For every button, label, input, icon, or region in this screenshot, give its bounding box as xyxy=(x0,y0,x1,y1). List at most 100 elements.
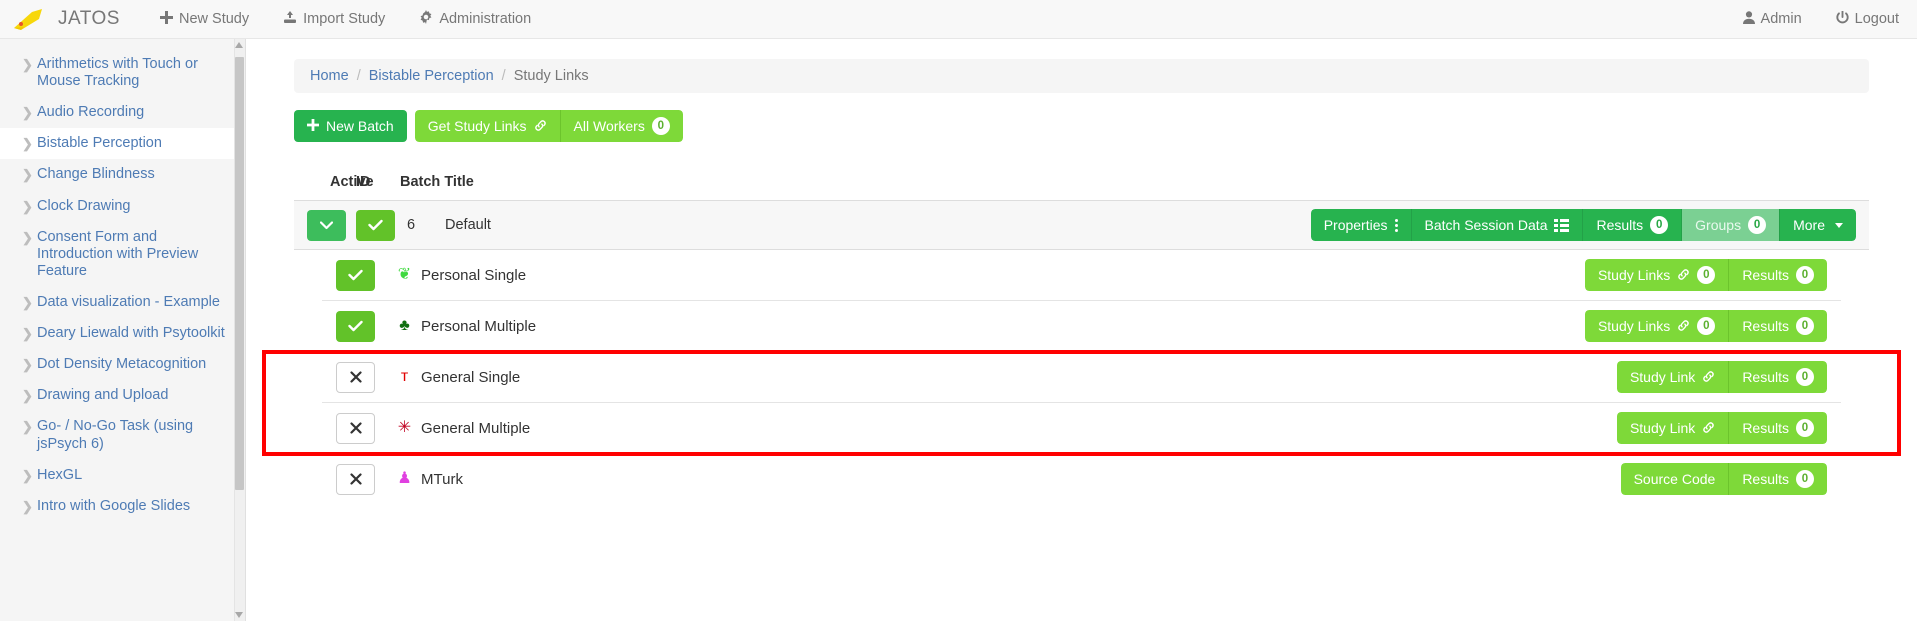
worker-general-single-results-button[interactable]: Results 0 xyxy=(1729,361,1827,393)
worker-name-label: Personal Single xyxy=(421,266,527,284)
plus-icon xyxy=(159,10,173,28)
worker-name-wrap: ❦ Personal Single xyxy=(397,267,526,284)
get-study-links-button[interactable]: Get Study Links xyxy=(414,110,561,142)
batch-expand-toggle[interactable] xyxy=(307,209,346,241)
sidebar-item-consent-form-and-introduction-with-preview-feature[interactable]: ❯ Consent Form and Introduction with Prev… xyxy=(0,222,245,287)
sidebar-item-go-no-go-task-using-jspsych-6[interactable]: ❯ Go- / No-Go Task (using jsPsych 6) xyxy=(0,411,245,459)
batch-results-count-badge: 0 xyxy=(1650,216,1669,234)
chevron-right-icon: ❯ xyxy=(22,388,33,404)
sidebar-item-arithmetics-with-touch-or-mouse-tracking[interactable]: ❯ Arithmetics with Touch or Mouse Trackin… xyxy=(0,49,245,97)
grid-icon xyxy=(1554,218,1570,232)
worker-personal-single-results-button[interactable]: Results 0 xyxy=(1729,259,1827,291)
brand[interactable]: JATOS xyxy=(10,6,120,32)
count-badge: 0 xyxy=(1796,368,1814,386)
all-workers-count-badge: 0 xyxy=(651,117,670,135)
worker-personal-multiple-study-links-button[interactable]: Study Links 0 xyxy=(1584,310,1730,342)
link-icon xyxy=(1677,319,1690,334)
worker-personal-multiple-results-button[interactable]: Results 0 xyxy=(1729,310,1827,342)
cocktail-glass-icon: ᴛ xyxy=(400,368,409,385)
batch-groups-label: Groups xyxy=(1695,217,1742,233)
chevron-right-icon: ❯ xyxy=(22,105,33,121)
all-workers-button[interactable]: All Workers 0 xyxy=(560,110,683,142)
sidebar-item-label: Data visualization - Example xyxy=(37,293,220,310)
sidebar-item-label: Deary Liewald with Psytoolkit xyxy=(37,325,225,342)
chevron-right-icon: ❯ xyxy=(22,419,33,435)
worker-action-group: Study Links 0 Results 0 xyxy=(1584,259,1827,291)
nav-item-admin[interactable]: Admin xyxy=(1742,11,1802,28)
worker-toggle-mturk[interactable] xyxy=(336,463,375,495)
sidebar-item-change-blindness[interactable]: ❯ Change Blindness xyxy=(0,159,245,190)
worker-action-group: Study Links 0 Results 0 xyxy=(1584,310,1827,342)
worker-name-wrap: ♣ Personal Multiple xyxy=(397,318,536,335)
worker-general-multiple-results-button[interactable]: Results 0 xyxy=(1729,412,1827,444)
worker-general-single-study-link-button[interactable]: Study Link xyxy=(1616,361,1730,393)
worker-actions: Study Link Results 0 xyxy=(1616,361,1827,393)
sidebar-item-label: Intro with Google Slides xyxy=(37,497,191,514)
count-badge: 0 xyxy=(1796,470,1814,488)
sidebar-scrollbar-thumb[interactable] xyxy=(235,57,244,490)
batch-properties-button[interactable]: Properties xyxy=(1310,209,1412,241)
new-batch-button[interactable]: New Batch xyxy=(294,110,407,142)
nav-item-logout[interactable]: Logout xyxy=(1836,9,1899,28)
nav-item-admin-label: Admin xyxy=(1760,11,1802,27)
scroll-down-arrow-icon[interactable] xyxy=(235,612,243,618)
sidebar-item-clock-drawing[interactable]: ❯ Clock Drawing xyxy=(0,191,245,222)
column-header-batch-title: Batch Title xyxy=(400,174,474,190)
worker-toggle-personal-single[interactable] xyxy=(336,259,375,291)
sidebar-item-data-visualization-example[interactable]: ❯ Data visualization - Example xyxy=(0,287,245,318)
worker-toggle-general-single[interactable] xyxy=(336,361,375,393)
count-badge: 0 xyxy=(1796,419,1814,437)
batch-active-toggle[interactable] xyxy=(356,209,395,241)
worker-actions: Study Links 0 Results 0 xyxy=(1584,259,1827,291)
worker-personal-single-study-links-button[interactable]: Study Links 0 xyxy=(1584,259,1730,291)
scroll-up-arrow-icon[interactable] xyxy=(235,42,243,48)
sidebar-item-dot-density-metacognition[interactable]: ❯ Dot Density Metacognition xyxy=(0,349,245,380)
sidebar-item-intro-with-google-slides[interactable]: ❯ Intro with Google Slides xyxy=(0,491,245,522)
jatos-rocket-logo-icon xyxy=(10,6,48,32)
breadcrumb-separator: / xyxy=(356,68,361,84)
button-label: Results xyxy=(1742,420,1789,436)
breadcrumb-home[interactable]: Home xyxy=(310,68,349,84)
button-label: Study Link xyxy=(1629,369,1696,385)
batch-table-header: Active ID Batch Title xyxy=(294,174,1869,200)
chevron-right-icon: ❯ xyxy=(22,467,33,483)
sidebar-item-audio-recording[interactable]: ❯ Audio Recording xyxy=(0,97,245,128)
sidebar-item-hexgl[interactable]: ❯ HexGL xyxy=(0,460,245,491)
sidebar-item-label: Consent Form and Introduction with Previ… xyxy=(37,228,199,279)
nav-item-import-study[interactable]: Import Study xyxy=(283,10,385,28)
chevron-right-icon: ❯ xyxy=(22,357,33,373)
sidebar-scrollbar[interactable] xyxy=(234,39,245,621)
worker-general-multiple-study-link-button[interactable]: Study Link xyxy=(1616,412,1730,444)
batch-more-button[interactable]: More xyxy=(1780,209,1856,241)
nav-item-logout-label: Logout xyxy=(1854,11,1899,27)
batch-more-label: More xyxy=(1793,217,1825,233)
sidebar-item-drawing-and-upload[interactable]: ❯ Drawing and Upload xyxy=(0,380,245,411)
sidebar-item-label: Bistable Perception xyxy=(37,135,162,152)
batch-session-data-button[interactable]: Batch Session Data xyxy=(1411,209,1584,241)
worker-name-wrap: ♟ MTurk xyxy=(397,471,463,488)
breadcrumb-study[interactable]: Bistable Perception xyxy=(369,68,494,84)
worker-toggle-general-multiple[interactable] xyxy=(336,412,375,444)
batch-groups-button[interactable]: Groups 0 xyxy=(1682,209,1781,241)
worker-mturk-source-code-button[interactable]: Source Code xyxy=(1620,463,1730,495)
nav-item-new-study[interactable]: New Study xyxy=(159,10,249,28)
worker-actions: Source Code Results 0 xyxy=(1620,463,1827,495)
batch-session-data-label: Batch Session Data xyxy=(1424,217,1548,233)
button-label: Study Links xyxy=(1597,318,1671,334)
nav-item-administration[interactable]: Administration xyxy=(419,10,531,28)
sidebar-item-bistable-perception[interactable]: ❯ Bistable Perception xyxy=(0,128,245,160)
main-content: Home / Bistable Perception / Study Links… xyxy=(246,39,1917,621)
worker-mturk-results-button[interactable]: Results 0 xyxy=(1729,463,1827,495)
batch-results-button[interactable]: Results 0 xyxy=(1583,209,1683,241)
study-links-toolbar: New Batch Get Study Links All Workers 0 xyxy=(294,110,1869,142)
worker-actions: Study Links 0 Results 0 xyxy=(1584,310,1827,342)
link-icon xyxy=(1702,370,1715,385)
worker-toggle-personal-multiple[interactable] xyxy=(336,310,375,342)
power-icon xyxy=(1836,9,1849,28)
plus-icon xyxy=(307,119,319,133)
sidebar-list: ❯ Arithmetics with Touch or Mouse Trackin… xyxy=(0,49,245,522)
sidebar-item-deary-liewald-with-psytoolkit[interactable]: ❯ Deary Liewald with Psytoolkit xyxy=(0,318,245,349)
link-icon xyxy=(1702,421,1715,436)
all-workers-label: All Workers xyxy=(573,118,645,134)
breadcrumb-separator-2: / xyxy=(501,68,506,84)
